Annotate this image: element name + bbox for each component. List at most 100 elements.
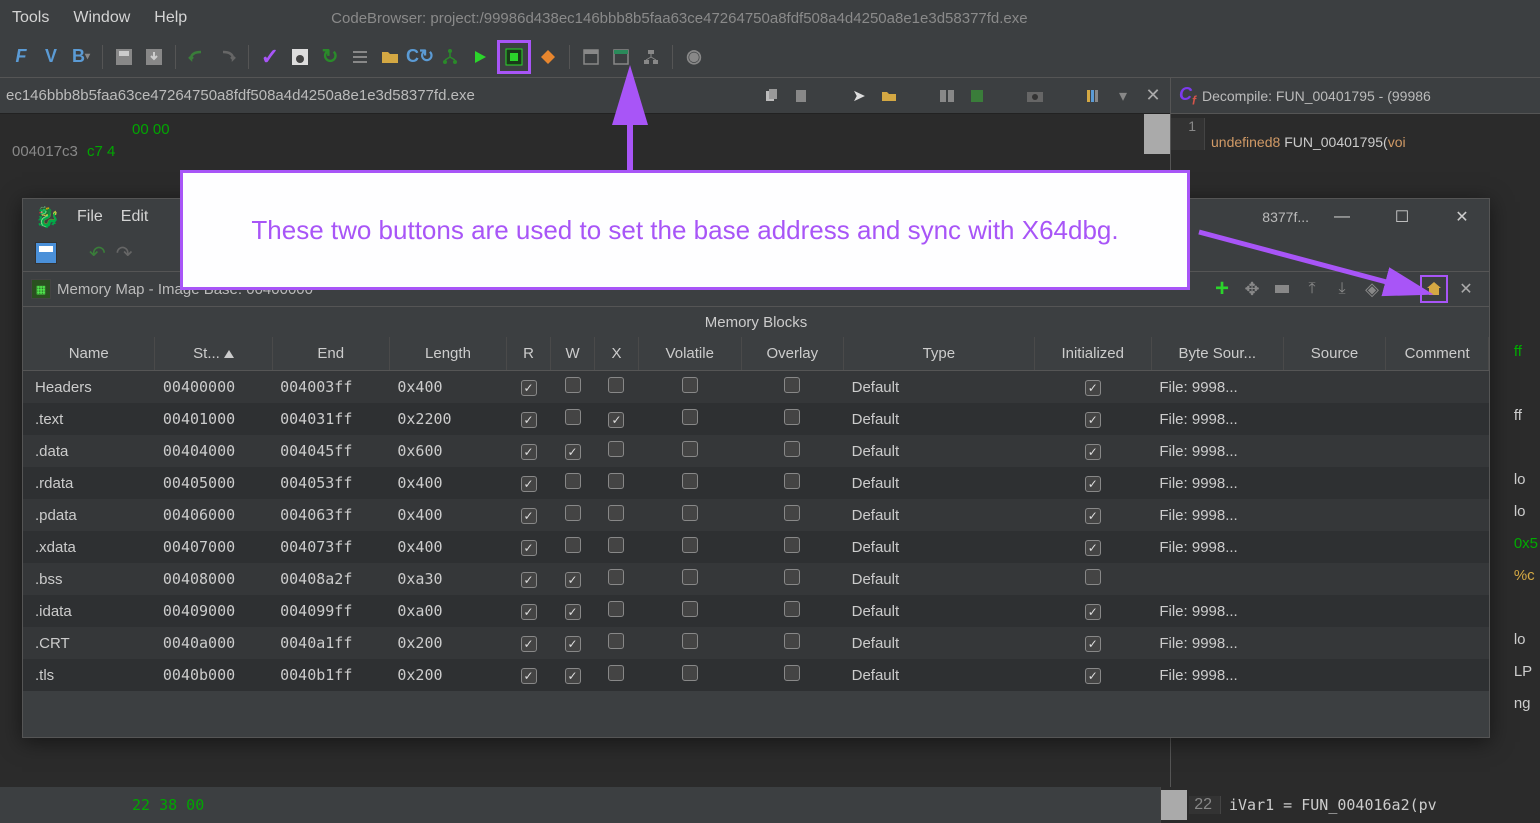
checkbox[interactable] xyxy=(682,441,698,457)
checkbox[interactable] xyxy=(521,444,537,460)
folder-button[interactable] xyxy=(377,44,403,70)
column-header[interactable]: Source xyxy=(1283,337,1386,371)
dropdown-icon[interactable]: ▾ xyxy=(1112,85,1134,107)
disk-button[interactable] xyxy=(287,44,313,70)
column-header[interactable]: W xyxy=(551,337,595,371)
table-row[interactable]: .tls0040b0000040b1ff0x200DefaultFile: 99… xyxy=(23,659,1489,691)
table-row[interactable]: Headers00400000004003ff0x400DefaultFile:… xyxy=(23,371,1489,404)
column-header[interactable]: Initialized xyxy=(1034,337,1151,371)
memwin-redo-button[interactable]: ↷ xyxy=(116,241,133,266)
checkbox[interactable] xyxy=(784,601,800,617)
cursor-icon[interactable]: ➤ xyxy=(848,85,870,107)
checkbox[interactable] xyxy=(1085,380,1101,396)
column-header[interactable]: Volatile xyxy=(638,337,741,371)
diamond-button[interactable] xyxy=(535,44,561,70)
checkbox[interactable] xyxy=(521,604,537,620)
globe-icon[interactable]: ◉ xyxy=(681,44,707,70)
checkbox[interactable] xyxy=(565,409,581,425)
graph-icon[interactable] xyxy=(638,44,664,70)
memwin-undo-button[interactable]: ↶ xyxy=(89,241,106,266)
checkbox[interactable] xyxy=(784,569,800,585)
memwin-close-panel-button[interactable]: ✕ xyxy=(1454,277,1478,301)
checkbox[interactable] xyxy=(682,473,698,489)
undo-button[interactable] xyxy=(184,44,210,70)
column-header[interactable]: X xyxy=(595,337,639,371)
view-v-button[interactable]: V xyxy=(38,44,64,70)
scrollbar-thumb[interactable] xyxy=(1144,114,1170,154)
table-row[interactable]: .data00404000004045ff0x600DefaultFile: 9… xyxy=(23,435,1489,467)
checkbox[interactable] xyxy=(682,377,698,393)
column-header[interactable]: Byte Sour... xyxy=(1151,337,1283,371)
column-header[interactable]: End xyxy=(272,337,389,371)
memwin-menu-file[interactable]: File xyxy=(77,208,103,226)
diff-icon[interactable] xyxy=(966,85,988,107)
column-header[interactable]: Type xyxy=(844,337,1035,371)
play-button[interactable] xyxy=(467,44,493,70)
fields-icon[interactable] xyxy=(1082,85,1104,107)
table-row[interactable]: .CRT0040a0000040a1ff0x200DefaultFile: 99… xyxy=(23,627,1489,659)
column-header[interactable]: Comment xyxy=(1386,337,1489,371)
column-header[interactable]: R xyxy=(507,337,551,371)
checkbox[interactable] xyxy=(784,441,800,457)
checkbox[interactable] xyxy=(1085,569,1101,585)
checkbox[interactable] xyxy=(565,604,581,620)
decompile-scrollbar-thumb[interactable] xyxy=(1161,790,1187,820)
window1-button[interactable] xyxy=(578,44,604,70)
checkbox[interactable] xyxy=(1085,636,1101,652)
checkbox[interactable] xyxy=(608,633,624,649)
checkbox[interactable] xyxy=(1085,444,1101,460)
column-header[interactable]: Length xyxy=(389,337,506,371)
checkbox[interactable] xyxy=(608,473,624,489)
checkbox[interactable] xyxy=(521,668,537,684)
checkbox[interactable] xyxy=(565,537,581,553)
checkbox[interactable] xyxy=(784,537,800,553)
checkbox[interactable] xyxy=(565,668,581,684)
checkbox[interactable] xyxy=(565,636,581,652)
checkbox[interactable] xyxy=(608,569,624,585)
checkbox[interactable] xyxy=(1085,604,1101,620)
checkbox[interactable] xyxy=(565,572,581,588)
cycle-button[interactable]: C↻ xyxy=(407,44,433,70)
checkbox[interactable] xyxy=(682,665,698,681)
checkbox[interactable] xyxy=(521,540,537,556)
checkbox[interactable] xyxy=(608,601,624,617)
checkbox[interactable] xyxy=(784,377,800,393)
split-icon[interactable] xyxy=(936,85,958,107)
checkbox[interactable] xyxy=(521,412,537,428)
checkbox[interactable] xyxy=(565,444,581,460)
checkbox[interactable] xyxy=(608,505,624,521)
checkbox[interactable] xyxy=(1085,476,1101,492)
folder-small-icon[interactable] xyxy=(878,85,900,107)
checkbox[interactable] xyxy=(784,409,800,425)
column-header[interactable]: St... xyxy=(155,337,272,371)
import-button[interactable] xyxy=(141,44,167,70)
column-header[interactable]: Name xyxy=(23,337,155,371)
table-row[interactable]: .rdata00405000004053ff0x400DefaultFile: … xyxy=(23,467,1489,499)
table-row[interactable]: .idata00409000004099ff0xa00DefaultFile: … xyxy=(23,595,1489,627)
checkbox[interactable] xyxy=(521,476,537,492)
table-row[interactable]: .bss0040800000408a2f0xa30Default xyxy=(23,563,1489,595)
checkbox[interactable] xyxy=(1085,412,1101,428)
checkbox[interactable] xyxy=(608,377,624,393)
checkbox[interactable] xyxy=(784,473,800,489)
tree-button[interactable] xyxy=(437,44,463,70)
paste-icon[interactable] xyxy=(790,85,812,107)
checkbox[interactable] xyxy=(682,537,698,553)
checkbox[interactable] xyxy=(521,508,537,524)
checkbox[interactable] xyxy=(682,569,698,585)
checkbox[interactable] xyxy=(682,409,698,425)
checkbox[interactable] xyxy=(565,473,581,489)
redo-button[interactable] xyxy=(214,44,240,70)
checkbox[interactable] xyxy=(1085,668,1101,684)
close-button[interactable]: ✕ xyxy=(1447,202,1477,232)
copy-icon[interactable] xyxy=(760,85,782,107)
menu-window[interactable]: Window xyxy=(73,9,130,27)
table-row[interactable]: .pdata00406000004063ff0x400DefaultFile: … xyxy=(23,499,1489,531)
column-header[interactable]: Overlay xyxy=(741,337,844,371)
checkbox[interactable] xyxy=(682,633,698,649)
memwin-menu-edit[interactable]: Edit xyxy=(121,208,149,226)
window2-button[interactable] xyxy=(608,44,634,70)
list-button[interactable] xyxy=(347,44,373,70)
checkbox[interactable] xyxy=(682,505,698,521)
checkbox[interactable] xyxy=(565,377,581,393)
